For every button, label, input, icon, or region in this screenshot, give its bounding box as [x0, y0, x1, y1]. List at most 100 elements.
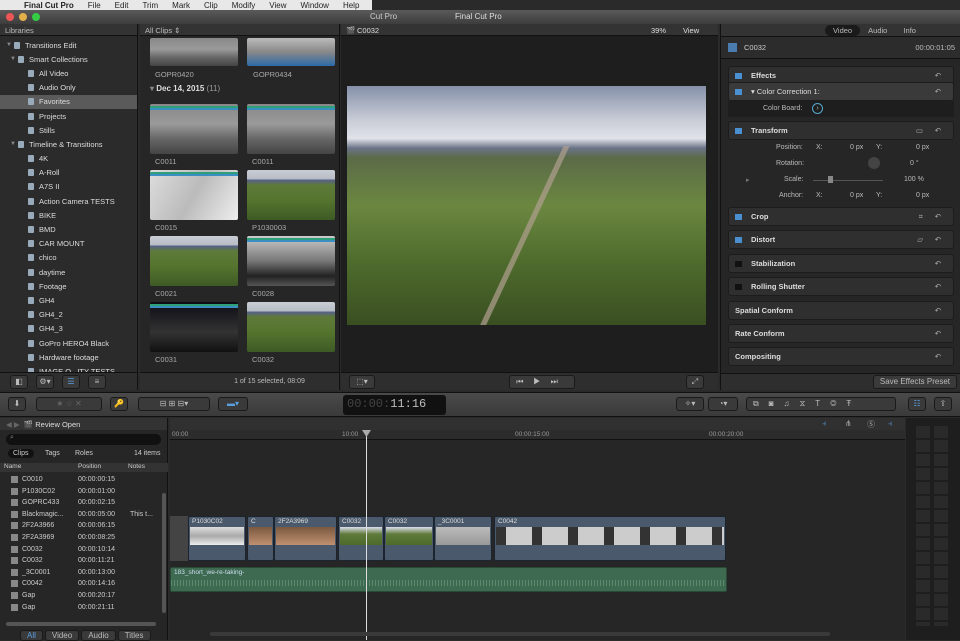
view-menu[interactable]: View: [683, 26, 699, 35]
filter-audio[interactable]: Audio: [81, 630, 116, 641]
disclosure-triangle-icon[interactable]: ▼: [10, 56, 18, 62]
timecode-display[interactable]: 00:00:11:16: [343, 395, 446, 415]
rotation-value[interactable]: 0 °: [910, 160, 919, 167]
effects-browser-icon[interactable]: ⧉: [753, 399, 769, 408]
index-row[interactable]: 2F2A3966 00:00:06:15: [0, 521, 160, 533]
index-row[interactable]: Gap 00:00:20:17: [0, 591, 160, 603]
clip-thumbnail[interactable]: [247, 38, 335, 66]
index-row[interactable]: Gap 00:00:21:11: [0, 603, 160, 615]
library-item[interactable]: ▼ Timeline & Transitions: [0, 137, 137, 151]
clip-thumbnail[interactable]: [150, 104, 238, 154]
next-icon[interactable]: ⏭: [551, 377, 568, 386]
index-row[interactable]: C0010 00:00:00:15: [0, 475, 160, 487]
index-horizontal-scrollbar[interactable]: [6, 622, 156, 626]
index-row[interactable]: P1030C02 00:00:01:00: [0, 487, 160, 499]
library-item[interactable]: Action Camera TESTS: [0, 194, 137, 208]
keyword-icon[interactable]: 🔑: [110, 397, 128, 411]
color-correction-effect[interactable]: ▾ Color Correction 1: ↶: [728, 82, 954, 101]
snapping-icon[interactable]: ⫞: [888, 419, 892, 429]
reset-icon[interactable]: ↶: [935, 235, 941, 244]
menu-file[interactable]: File: [88, 1, 101, 10]
timeline-clip[interactable]: C0032: [384, 516, 434, 561]
crop-icon[interactable]: ⌗: [919, 212, 923, 222]
transform-onscreen-icon[interactable]: ▭: [916, 126, 923, 135]
tab-clips[interactable]: Clips: [8, 449, 34, 458]
back-icon[interactable]: ◀: [6, 420, 12, 429]
play-icon[interactable]: ▶: [533, 377, 550, 386]
enable-checkbox[interactable]: [735, 283, 742, 290]
expand-triangle-icon[interactable]: ▸: [746, 176, 750, 184]
index-row[interactable]: C0032 00:00:10:14: [0, 545, 160, 557]
minimize-button[interactable]: [19, 13, 27, 21]
filter-all[interactable]: All: [20, 630, 43, 641]
color-board-button[interactable]: ›: [812, 103, 823, 114]
clip-thumbnail[interactable]: [247, 236, 335, 286]
scale-slider[interactable]: [813, 180, 883, 181]
library-item[interactable]: 4K: [0, 152, 137, 166]
gear-icon[interactable]: ⚙▾: [36, 374, 54, 389]
column-notes[interactable]: Notes: [128, 463, 145, 470]
menu-edit[interactable]: Edit: [115, 1, 129, 10]
library-item[interactable]: ▼ Smart Collections: [0, 52, 137, 66]
solo-icon[interactable]: Ⓢ: [867, 419, 875, 430]
reset-icon[interactable]: ↶: [935, 306, 941, 315]
library-item[interactable]: GoPro HERO4 Black: [0, 336, 137, 350]
show-libraries-icon[interactable]: ◧: [10, 374, 28, 389]
library-item[interactable]: Favorites: [0, 94, 137, 109]
index-row[interactable]: _3C0001 00:00:13:00: [0, 568, 160, 580]
tab-info[interactable]: Info: [903, 26, 916, 35]
index-scrollbar[interactable]: [162, 493, 166, 613]
timeline-clip[interactable]: _3C0001: [434, 516, 492, 561]
import-icon[interactable]: ⬇: [8, 397, 26, 411]
playhead[interactable]: [366, 432, 367, 640]
library-item[interactable]: Audio Only: [0, 81, 137, 95]
rotation-dial[interactable]: [868, 157, 880, 169]
rolling-shutter-section[interactable]: Rolling Shutter ↶: [728, 277, 954, 296]
tab-audio[interactable]: Audio: [868, 26, 887, 35]
filter-video[interactable]: Video: [44, 630, 80, 641]
clip-thumbnail[interactable]: [150, 170, 238, 220]
disclosure-triangle-icon[interactable]: ▼: [10, 141, 18, 147]
photos-icon[interactable]: ◙: [769, 399, 784, 408]
distort-icon[interactable]: ▱: [917, 235, 923, 244]
index-row[interactable]: C0042 00:00:14:16: [0, 579, 160, 591]
library-item[interactable]: Hardware footage: [0, 350, 137, 364]
close-button[interactable]: [6, 13, 14, 21]
themes-icon[interactable]: Ŧ: [846, 399, 861, 408]
share-icon[interactable]: ⇪: [934, 397, 952, 411]
library-item[interactable]: BMD: [0, 222, 137, 236]
timeline-clip[interactable]: P1030C02: [188, 516, 246, 561]
anchor-y-value[interactable]: 0 px: [916, 192, 929, 199]
library-item[interactable]: chico: [0, 251, 137, 265]
library-item[interactable]: Projects: [0, 109, 137, 123]
reset-icon[interactable]: ↶: [935, 282, 941, 291]
forward-icon[interactable]: ▶: [14, 420, 20, 429]
library-item[interactable]: CAR MOUNT: [0, 237, 137, 251]
timeline-clip[interactable]: C0032: [338, 516, 384, 561]
compositing-section[interactable]: Compositing ↶: [728, 347, 954, 366]
menu-window[interactable]: Window: [301, 1, 329, 10]
library-item[interactable]: Stills: [0, 123, 137, 137]
clip-thumbnail[interactable]: [150, 38, 238, 66]
tab-roles[interactable]: Roles: [75, 450, 93, 457]
rate-conform-section[interactable]: Rate Conform ↶: [728, 324, 954, 343]
index-row[interactable]: Blackmagic... 00:00:05:00 This t...: [0, 510, 160, 522]
menu-view[interactable]: View: [269, 1, 286, 10]
audio-skimming-icon[interactable]: ⋔: [845, 419, 852, 428]
crop-section[interactable]: Crop ⌗ ↶: [728, 207, 954, 226]
edit-buttons[interactable]: ⊟ ⊞ ⊟▾: [138, 397, 210, 411]
reset-icon[interactable]: ↶: [935, 352, 941, 361]
titles-icon[interactable]: T: [815, 399, 830, 408]
library-item[interactable]: All Video: [0, 66, 137, 80]
disclosure-triangle-icon[interactable]: ▼: [6, 42, 14, 48]
enable-checkbox[interactable]: [735, 236, 742, 243]
tab-tags[interactable]: Tags: [45, 450, 60, 457]
enhance-icon[interactable]: ✧▾: [676, 397, 704, 411]
filmstrip-view-icon[interactable]: ☰: [62, 374, 80, 389]
index-row[interactable]: C0032 00:00:11:21: [0, 556, 160, 568]
enable-checkbox[interactable]: [735, 213, 742, 220]
reset-icon[interactable]: ↶: [935, 71, 941, 80]
fullscreen-icon[interactable]: ⤢: [686, 375, 704, 389]
retime-icon[interactable]: ◔▾: [708, 397, 738, 411]
reset-icon[interactable]: ↶: [935, 126, 941, 135]
